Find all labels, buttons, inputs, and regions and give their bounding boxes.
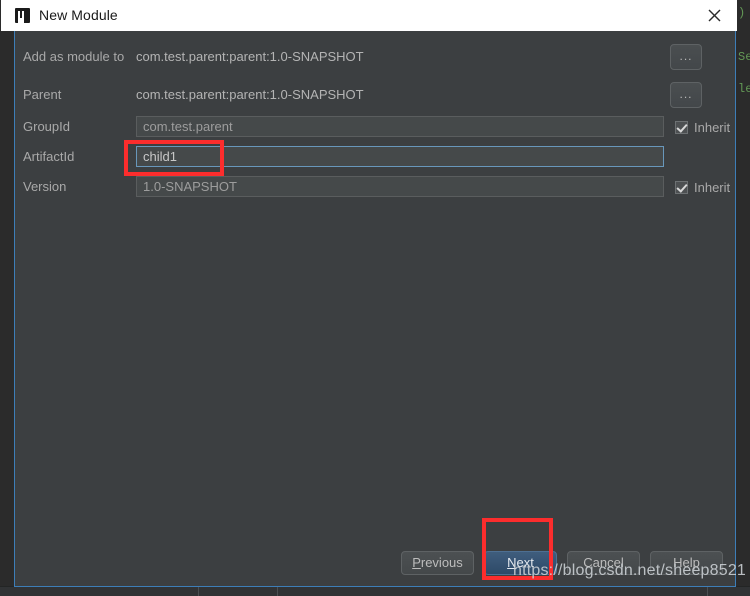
next-button-label-rest: ext (516, 555, 534, 570)
group-id-inherit-checkbox[interactable]: Inherit (675, 120, 730, 135)
add-as-module-to-browse-button[interactable]: ... (670, 44, 702, 70)
editor-code-fragment: Se (738, 50, 750, 64)
previous-button-mnemonic: P (412, 555, 421, 570)
add-as-module-to-value: com.test.parent:parent:1.0-SNAPSHOT (136, 49, 364, 64)
artifact-id-label: ArtifactId (23, 149, 75, 164)
parent-browse-button[interactable]: ... (670, 82, 702, 108)
dialog-title-bar: New Module (1, 0, 737, 31)
next-button[interactable]: Next (484, 551, 557, 575)
row-parent: Parent com.test.parent:parent:1.0-SNAPSH… (15, 82, 735, 108)
help-button[interactable]: Help (650, 551, 723, 575)
dialog-title: New Module (39, 7, 118, 23)
row-add-as-module-to: Add as module to com.test.parent:parent:… (15, 44, 735, 70)
version-inherit-checkbox[interactable]: Inherit (675, 180, 730, 195)
add-as-module-to-label: Add as module to (23, 49, 125, 64)
parent-value: com.test.parent:parent:1.0-SNAPSHOT (136, 87, 364, 102)
close-icon[interactable] (699, 4, 729, 27)
row-version: Version 1.0-SNAPSHOT Inherit (15, 174, 735, 200)
checkmark-icon (675, 121, 688, 134)
ide-status-bar (0, 586, 750, 596)
parent-label: Parent (23, 87, 62, 102)
group-id-label: GroupId (23, 119, 70, 134)
artifact-id-input[interactable]: child1 (136, 146, 664, 167)
title-bar-left-group: New Module (15, 7, 118, 23)
status-bar-divider (277, 587, 278, 596)
row-group-id: GroupId com.test.parent Inherit (15, 114, 735, 140)
status-bar-divider (198, 587, 199, 596)
dialog-content: Add as module to com.test.parent:parent:… (15, 31, 735, 586)
editor-code-fragment: le (738, 82, 750, 96)
row-artifact-id: ArtifactId child1 (15, 144, 735, 170)
previous-button-label-rest: revious (420, 555, 463, 570)
group-id-input[interactable]: com.test.parent (136, 116, 664, 137)
version-inherit-label: Inherit (694, 180, 731, 195)
version-input[interactable]: 1.0-SNAPSHOT (136, 176, 664, 197)
new-module-dialog: New Module Add as module to com.test.par… (1, 0, 737, 587)
next-button-mnemonic: N (507, 555, 517, 570)
version-label: Version (23, 179, 67, 194)
editor-code-fragment: ) (738, 6, 746, 20)
checkmark-icon (675, 181, 688, 194)
status-bar-divider (707, 587, 708, 596)
intellij-idea-logo-icon (15, 7, 30, 23)
group-id-inherit-label: Inherit (694, 120, 731, 135)
cancel-button[interactable]: Cancel (567, 551, 640, 575)
previous-button[interactable]: Previous (401, 551, 474, 575)
